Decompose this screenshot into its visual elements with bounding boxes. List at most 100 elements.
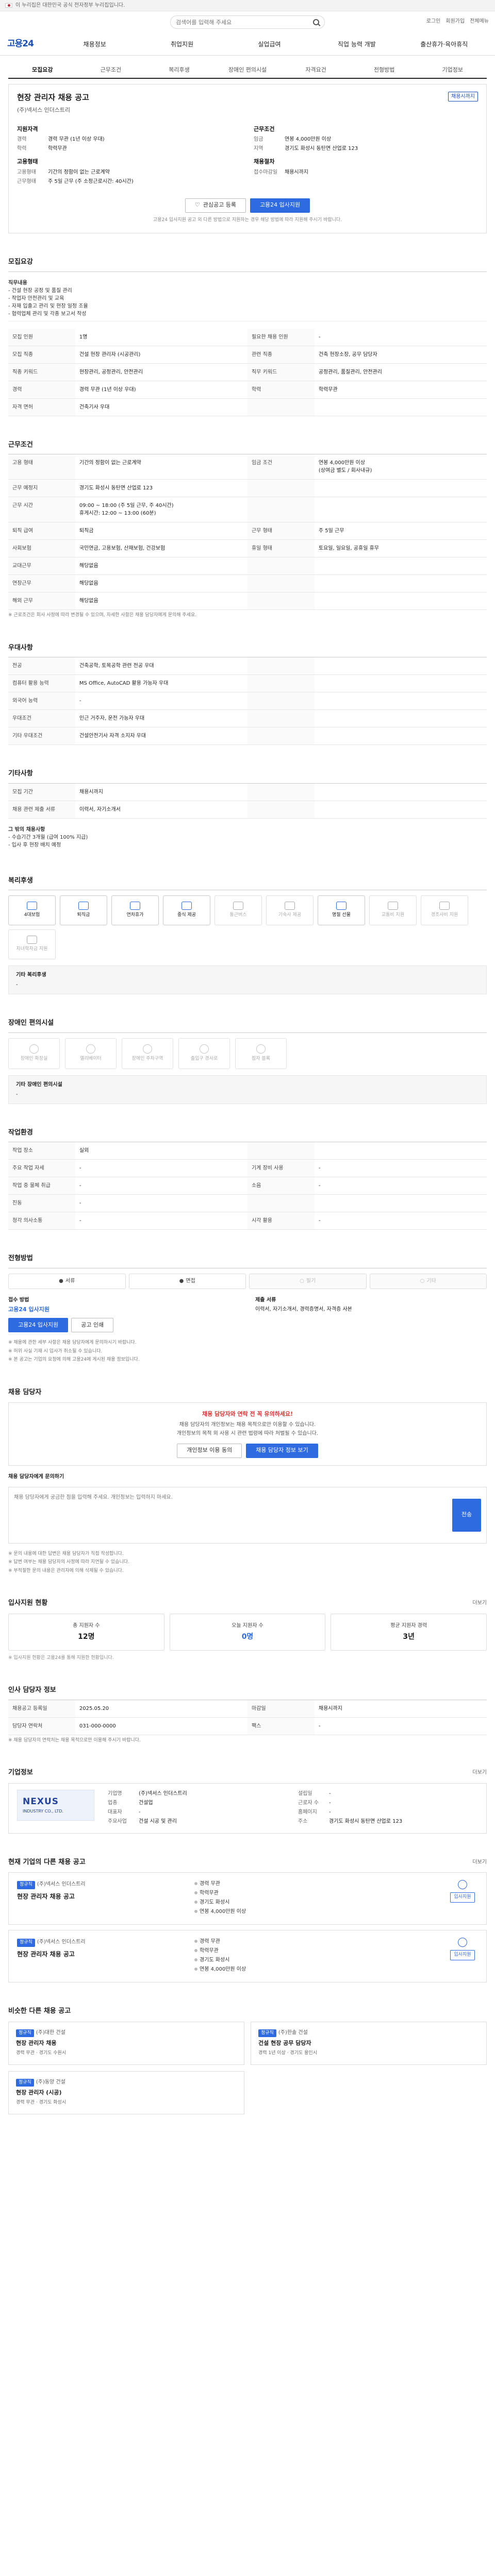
all-menu-link[interactable]: 전체메뉴 xyxy=(470,18,489,25)
apply-button[interactable]: 고용24 입사지원 xyxy=(250,198,310,213)
job-title[interactable]: 현장 관리자 채용 공고 xyxy=(17,1950,182,1959)
consent-button[interactable]: 개인정보 이용 동의 xyxy=(177,1443,242,1458)
job-info-text: 연봉 4,000만원 이상 xyxy=(200,1909,246,1914)
search-input[interactable] xyxy=(176,19,300,26)
table-label xyxy=(247,1194,315,1212)
tab-facility[interactable]: 장애인 편의시설 xyxy=(213,63,282,78)
process-step-label: 면접 xyxy=(186,1278,195,1284)
job-company[interactable]: (주)동양 건설 xyxy=(36,2079,65,2085)
section-title: 모집요강 xyxy=(8,258,33,266)
table-value: 토요일, 일요일, 공휴일 휴무 xyxy=(314,539,487,557)
table-value: 건축공학, 토목공학 관련 전공 우대 xyxy=(75,657,248,675)
company-info-label: 설립일 xyxy=(298,1790,312,1797)
summary-emp-row: 근무형태 주 5일 근무 (주 소정근로시간: 40시간) xyxy=(17,178,134,184)
more-link[interactable]: 더보기 xyxy=(472,1858,487,1866)
company-info-value: 건설 시공 및 관리 xyxy=(139,1818,177,1824)
login-link[interactable]: 로그인 xyxy=(426,18,441,25)
company-name[interactable]: (주)넥서스 인더스트리 xyxy=(17,106,478,115)
print-button[interactable]: 공고 인쇄 xyxy=(71,1318,114,1332)
job-title[interactable]: 현장 관리자 (시공) xyxy=(16,2089,237,2097)
job-company[interactable]: (주)대한 건설 xyxy=(36,2030,65,2036)
job-company[interactable]: (주)한솔 건설 xyxy=(278,2030,308,2036)
section-environment: 작업환경 작업 장소 실외 주요 작업 자세 - 기계 장비 사용 - 작업 중 물체 취급… xyxy=(8,1128,487,1230)
company-info-label: 주소 xyxy=(298,1818,308,1824)
table-row: 자격 면허 건축기사 우대 xyxy=(8,398,487,416)
similar-job-card[interactable]: 정규직 (주)동양 건설 현장 관리자 (시공) 경력 무관 · 경기도 화성시 xyxy=(8,2071,244,2114)
bullet-icon xyxy=(194,1910,197,1913)
bullet-icon xyxy=(194,1958,197,1961)
job-company[interactable]: (주)넥서스 인더스트리 xyxy=(37,1882,86,1887)
more-link[interactable]: 더보기 xyxy=(472,1599,487,1607)
job-title[interactable]: 건설 현장 공무 담당자 xyxy=(258,2039,479,2048)
section-manager: 채용 담당자 채용 담당자와 연락 전 꼭 유의하세요! 채용 담당자의 개인정… xyxy=(8,1387,487,1575)
table-value: 연봉 4,000만원 이상 (상여금 별도 / 회사내규) xyxy=(314,454,487,480)
signup-link[interactable]: 회원가입 xyxy=(446,18,465,25)
gnb-item-jobs[interactable]: 채용정보 xyxy=(51,40,138,49)
send-button[interactable]: 전송 xyxy=(452,1498,481,1532)
bookmark-icon[interactable] xyxy=(458,1880,467,1889)
method-label: 접수 방법 xyxy=(8,1297,29,1303)
benefit-item: 연차휴가 xyxy=(111,895,159,925)
utility-menu: 로그인 회원가입 전체메뉴 xyxy=(426,18,489,25)
similar-job-card[interactable]: 정규직 (주)한솔 건설 건설 현장 공무 담당자 경력 1년 이상 · 경기도 용인… xyxy=(251,2021,487,2065)
tab-work[interactable]: 근무조건 xyxy=(77,63,145,78)
gnb-item-support[interactable]: 취업지원 xyxy=(138,40,225,49)
job-card-main: 정규직 (주)넥서스 인더스트리 현장 관리자 채용 공고 xyxy=(17,1880,182,1917)
tab-recruit[interactable]: 모집요강 xyxy=(8,63,77,78)
gnb-item-unemployment[interactable]: 실업급여 xyxy=(226,40,313,49)
benefit-icon xyxy=(27,902,37,910)
view-manager-button[interactable]: 채용 담당자 정보 보기 xyxy=(246,1443,318,1458)
job-card[interactable]: 정규직 (주)넥서스 인더스트리 현장 관리자 채용 공고 경력 무관 학력무관 경기도 … xyxy=(8,1872,487,1925)
table-label xyxy=(247,709,315,727)
table-value: 건설안전기사 자격 소지자 우대 xyxy=(75,727,248,745)
table-label xyxy=(247,692,315,710)
table-row: 근무 시간 09:00 ~ 18:00 (주 5일 근무, 주 40시간) 휴게시… xyxy=(8,497,487,522)
table-label: 팩스 xyxy=(247,1717,315,1735)
company-info-row: 대표자 - xyxy=(108,1808,288,1816)
table-label: 고용 형태 xyxy=(8,454,75,480)
benefit-icon xyxy=(439,902,450,910)
table-label: 임금 조건 xyxy=(247,454,315,480)
job-title[interactable]: 현장 관리자 채용 공고 xyxy=(17,1892,182,1901)
job-info-text: 경력 무관 xyxy=(200,1939,220,1944)
tab-benefit[interactable]: 복리후생 xyxy=(145,63,213,78)
table-row: 작업 장소 실외 xyxy=(8,1142,487,1160)
company-info-value: 경기도 화성시 동탄면 산업로 123 xyxy=(329,1818,403,1824)
table-label xyxy=(247,727,315,745)
table-row: 모집 기간 채용시까지 xyxy=(8,783,487,801)
gnb-item-leave[interactable]: 출산휴가·육아휴직 xyxy=(401,40,488,49)
job-card[interactable]: 정규직 (주)넥서스 인더스트리 현장 관리자 채용 공고 경력 무관 학력무관 경기도 … xyxy=(8,1930,487,1982)
privacy-warning: 채용 담당자와 연락 전 꼭 유의하세요! 채용 담당자의 개인정보는 채용 목… xyxy=(8,1402,487,1466)
more-link[interactable]: 더보기 xyxy=(472,1769,487,1776)
job-company[interactable]: (주)넥서스 인더스트리 xyxy=(37,1939,86,1945)
facility-icon xyxy=(143,1044,152,1054)
table-label: 모집 직종 xyxy=(8,346,75,364)
scrap-button[interactable]: ♡ 관심공고 등록 xyxy=(185,198,246,213)
site-logo[interactable]: 고용24 xyxy=(7,38,34,51)
process-step: ○ 기타 xyxy=(369,1273,487,1289)
similar-card-top: 정규직 (주)동양 건설 xyxy=(16,2078,237,2087)
process-apply-button[interactable]: 고용24 입사지원 xyxy=(8,1318,69,1332)
search-box[interactable] xyxy=(170,15,325,29)
tab-company[interactable]: 기업정보 xyxy=(418,63,487,78)
search-icon[interactable] xyxy=(313,19,319,25)
job-apply-button[interactable]: 입사지원 xyxy=(450,1950,475,1960)
table-row: 담당자 연락처 031-000-0000 팩스 - xyxy=(8,1717,487,1735)
inquiry-input[interactable] xyxy=(9,1487,447,1543)
gnb-item-training[interactable]: 직업 능력 개발 xyxy=(313,40,400,49)
job-apply-button[interactable]: 입사지원 xyxy=(450,1892,475,1903)
facility-icon xyxy=(256,1044,266,1054)
table-value xyxy=(314,398,487,416)
table-value xyxy=(314,497,487,522)
job-title[interactable]: 현장 관리자 채용 xyxy=(16,2039,237,2048)
warning-title: 채용 담당자와 연락 전 꼭 유의하세요! xyxy=(202,1411,293,1417)
table-value: 기간의 정함이 없는 근로계약 xyxy=(75,454,248,480)
similar-job-card[interactable]: 정규직 (주)대한 건설 현장 관리자 채용 경력 무관 · 경기도 수원시 xyxy=(8,2021,244,2065)
job-type-badge: 정규직 xyxy=(16,2029,34,2037)
method-value: 고용24 입사지원 xyxy=(8,1306,50,1313)
heart-icon: ♡ xyxy=(194,201,200,209)
tab-process[interactable]: 전형방법 xyxy=(350,63,419,78)
stat-label: 평균 지원자 경력 xyxy=(390,1622,427,1629)
bookmark-icon[interactable] xyxy=(458,1938,467,1947)
tab-qualification[interactable]: 자격요건 xyxy=(282,63,350,78)
